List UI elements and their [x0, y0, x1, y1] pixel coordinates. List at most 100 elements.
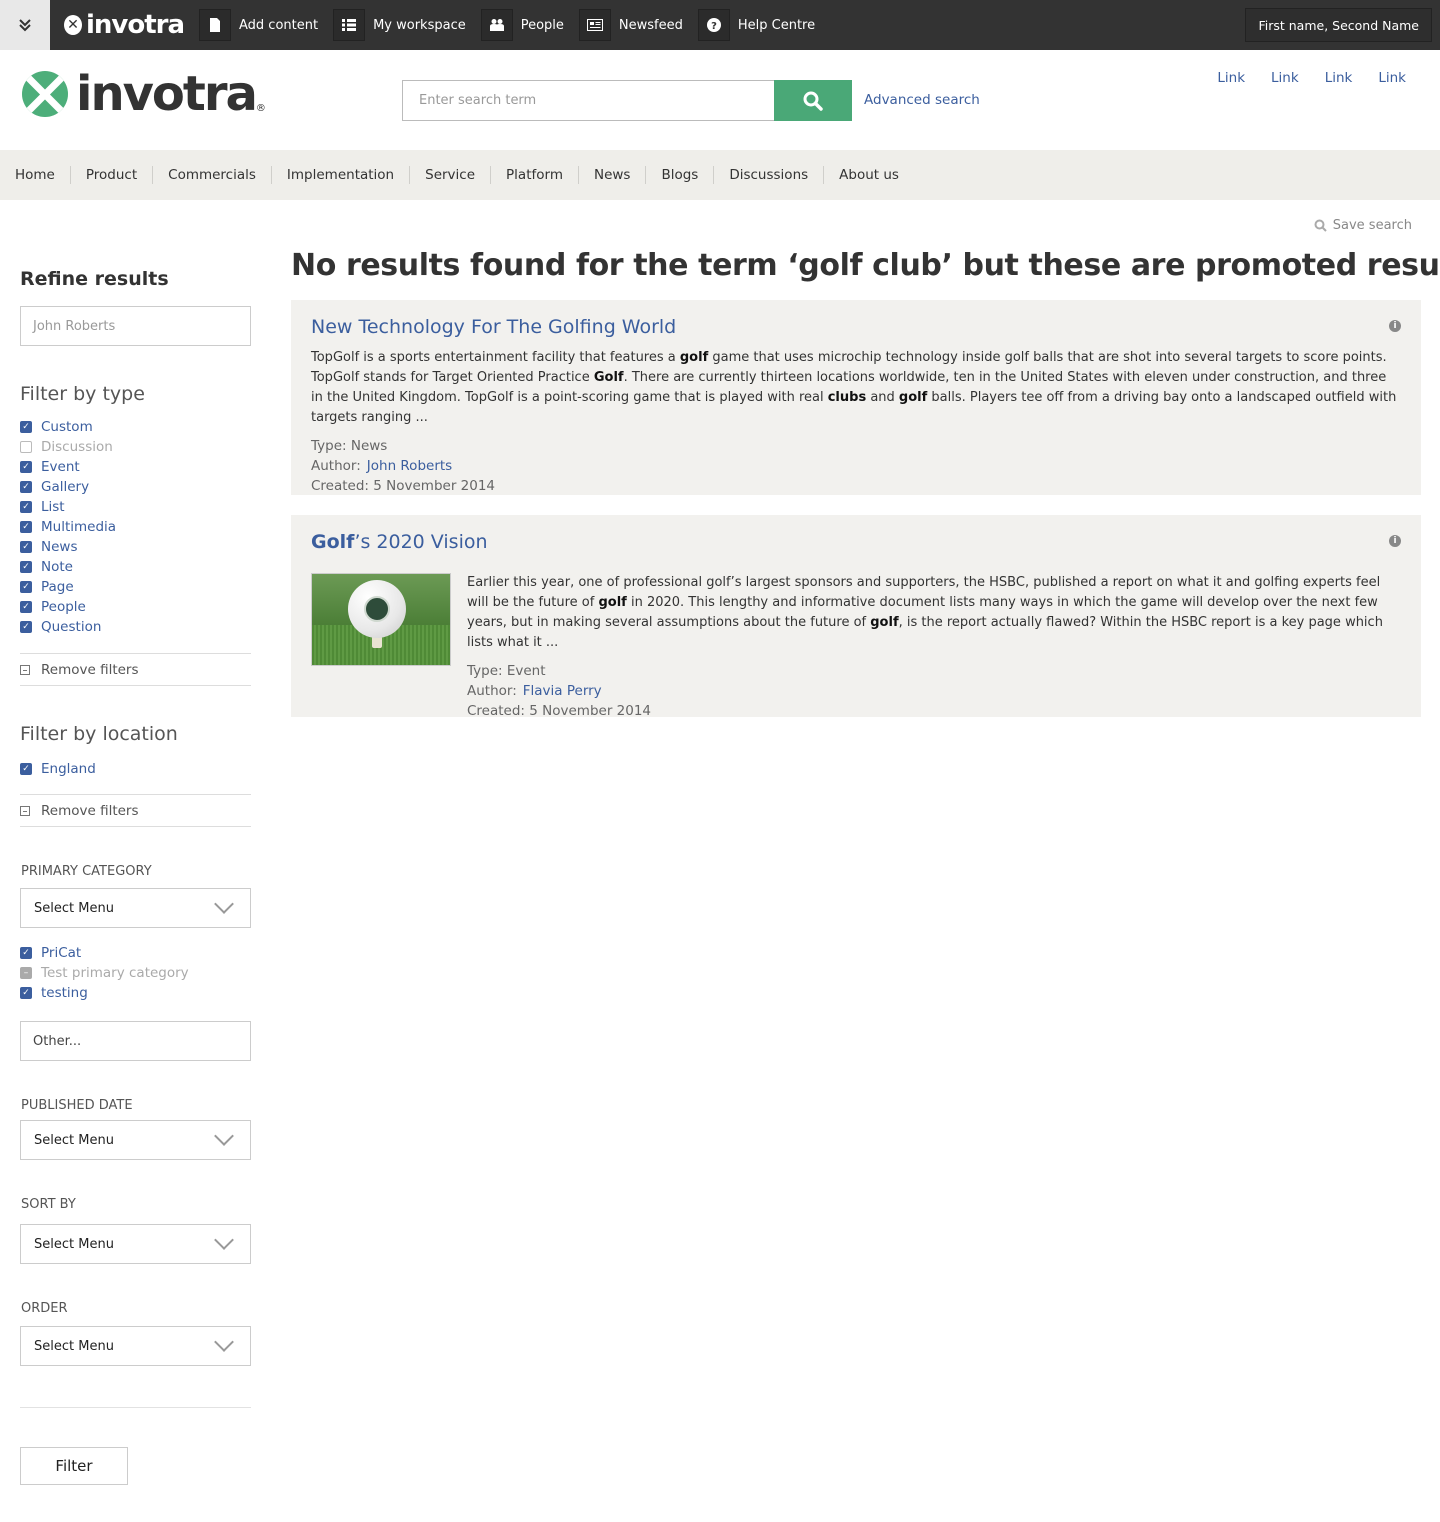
search-result-card: New Technology For The Golfing World i T… — [291, 300, 1421, 495]
checkbox-checked-icon: ✓ — [20, 763, 32, 775]
chevron-down-icon — [214, 1230, 234, 1250]
user-menu-button[interactable]: First name, Second Name — [1245, 8, 1432, 42]
primary-category-select[interactable]: Select Menu — [20, 888, 251, 928]
header-links: Link Link Link Link — [1217, 70, 1406, 86]
result-type: Type: News — [311, 438, 388, 454]
author-link[interactable]: Flavia Perry — [523, 683, 602, 699]
people-button[interactable]: People — [480, 0, 564, 50]
chevron-down-icon — [214, 1332, 234, 1352]
nav-item-commercials[interactable]: Commercials — [153, 166, 272, 184]
type-checkbox-question[interactable]: ✓ Question — [20, 617, 116, 637]
add-content-button[interactable]: Add content — [199, 0, 318, 50]
sort-by-label: SORT BY — [21, 1197, 76, 1212]
type-checkbox-custom[interactable]: ✓ Custom — [20, 417, 116, 437]
nav-item-home[interactable]: Home — [0, 166, 71, 184]
result-created: Created: 5 November 2014 — [467, 703, 652, 719]
highlighted-term: Golf — [593, 370, 624, 385]
category-list: ✓ PriCat – Test primary category ✓ testing — [20, 943, 189, 1003]
nav-item-product[interactable]: Product — [71, 166, 154, 184]
result-type: Type: Event — [467, 663, 546, 679]
checkbox-checked-icon: ✓ — [20, 581, 32, 593]
type-checkbox-event[interactable]: ✓ Event — [20, 457, 116, 477]
snippet-text: TopGolf is a sports entertainment facili… — [311, 350, 680, 365]
divider — [20, 1407, 251, 1408]
other-category-input[interactable]: Other... — [20, 1021, 251, 1061]
chevron-down-icon — [214, 1126, 234, 1146]
search-result-card: Golf’s 2020 Vision i Earlier this year, … — [291, 515, 1421, 719]
category-checkbox-pricat[interactable]: ✓ PriCat — [20, 943, 189, 963]
type-filter-list: ✓ Custom Discussion ✓ Event ✓ Gallery ✓ List… — [20, 417, 116, 637]
info-icon[interactable]: i — [1389, 320, 1401, 332]
header-link-1[interactable]: Link — [1217, 70, 1245, 86]
chevron-double-down-icon — [19, 19, 31, 32]
checkbox-checked-icon: ✓ — [20, 947, 32, 959]
search-icon — [803, 91, 823, 111]
header-link-3[interactable]: Link — [1325, 70, 1353, 86]
nav-item-service[interactable]: Service — [410, 166, 492, 184]
result-title-link[interactable]: New Technology For The Golfing World — [311, 316, 1401, 338]
category-checkbox-testing[interactable]: ✓ testing — [20, 983, 189, 1003]
primary-category-label: PRIMARY CATEGORY — [21, 864, 152, 879]
nav-item-blogs[interactable]: Blogs — [646, 166, 715, 184]
type-checkbox-multimedia[interactable]: ✓ Multimedia — [20, 517, 116, 537]
menu-toggle-button[interactable] — [0, 0, 50, 50]
location-checkbox-england[interactable]: ✓ England — [20, 759, 96, 779]
type-checkbox-discussion[interactable]: Discussion — [20, 437, 116, 457]
type-checkbox-list[interactable]: ✓ List — [20, 497, 116, 517]
type-checkbox-note[interactable]: ✓ Note — [20, 557, 116, 577]
topbar-logo[interactable]: ✕ invotra — [64, 10, 185, 40]
type-checkbox-news[interactable]: ✓ News — [20, 537, 116, 557]
newsfeed-button[interactable]: Newsfeed — [578, 0, 683, 50]
save-search-button[interactable]: Save search — [1314, 218, 1412, 233]
checkbox-unchecked-icon — [20, 441, 32, 453]
checkbox-checked-icon: ✓ — [20, 541, 32, 553]
invotra-emblem-icon — [22, 71, 68, 117]
nav-item-platform[interactable]: Platform — [491, 166, 579, 184]
search-button[interactable] — [774, 80, 852, 121]
author-link[interactable]: John Roberts — [367, 458, 452, 474]
svg-text:?: ? — [711, 21, 717, 32]
highlighted-term: golf — [598, 595, 627, 610]
checkbox-checked-icon: ✓ — [20, 481, 32, 493]
category-checkbox-test-primary[interactable]: – Test primary category — [20, 963, 189, 983]
site-logo[interactable]: invotra ® — [22, 70, 266, 118]
filter-button[interactable]: Filter — [20, 1447, 128, 1485]
remove-location-filters-button[interactable]: Remove filters — [20, 794, 251, 827]
published-date-select[interactable]: Select Menu — [20, 1120, 251, 1160]
info-icon[interactable]: i — [1389, 535, 1401, 547]
nav-item-news[interactable]: News — [579, 166, 647, 184]
refine-results-heading: Refine results — [20, 268, 169, 290]
result-title-link[interactable]: Golf’s 2020 Vision — [311, 531, 1401, 553]
result-meta: Type: Event Author: Flavia Perry Created:… — [467, 661, 1401, 721]
order-select[interactable]: Select Menu — [20, 1326, 251, 1366]
header-link-4[interactable]: Link — [1378, 70, 1406, 86]
help-centre-button[interactable]: ? Help Centre — [697, 0, 815, 50]
highlighted-term: golf — [870, 615, 899, 630]
nav-item-about-us[interactable]: About us — [824, 166, 914, 184]
main-nav: Home Product Commercials Implementation … — [0, 150, 1440, 200]
advanced-search-link[interactable]: Advanced search — [864, 92, 980, 108]
nav-item-discussions[interactable]: Discussions — [714, 166, 825, 184]
document-icon — [199, 9, 231, 41]
location-filter-list: ✓ England — [20, 759, 96, 779]
invotra-logo-icon: ✕ — [64, 15, 82, 35]
result-author: Author: Flavia Perry — [467, 683, 602, 699]
checkbox-checked-icon: ✓ — [20, 601, 32, 613]
sort-by-select[interactable]: Select Menu — [20, 1224, 251, 1264]
nav-item-implementation[interactable]: Implementation — [272, 166, 411, 184]
people-icon — [480, 9, 513, 41]
remove-type-filters-button[interactable]: Remove filters — [20, 653, 251, 686]
header-link-2[interactable]: Link — [1271, 70, 1299, 86]
refine-input[interactable]: John Roberts — [20, 306, 251, 346]
type-checkbox-people[interactable]: ✓ People — [20, 597, 116, 617]
highlighted-term: clubs — [827, 390, 867, 405]
checkbox-checked-icon: ✓ — [20, 501, 32, 513]
type-checkbox-page[interactable]: ✓ Page — [20, 577, 116, 597]
checkbox-checked-icon: ✓ — [20, 621, 32, 633]
golf-ball-thumbnail[interactable] — [311, 573, 451, 666]
list-icon — [333, 9, 366, 41]
result-snippet: TopGolf is a sports entertainment facili… — [311, 348, 1401, 428]
type-checkbox-gallery[interactable]: ✓ Gallery — [20, 477, 116, 497]
my-workspace-button[interactable]: My workspace — [333, 0, 466, 50]
search-input[interactable]: Enter search term — [402, 80, 775, 121]
